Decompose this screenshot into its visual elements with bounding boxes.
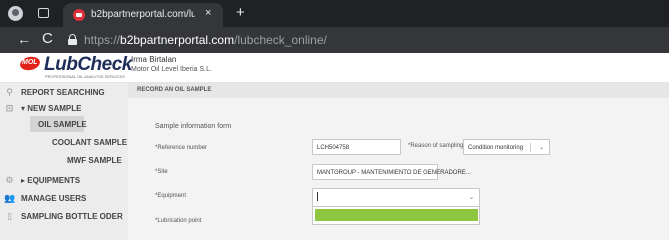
sidebar-item-label: MANAGE USERS [21,194,87,203]
tab-title: b2bpartnerportal.com/lubcheck [91,9,195,20]
sidebar-item-manage-users[interactable]: 👥 MANAGE USERS [0,190,128,208]
sidebar-subitem-oil-sample[interactable]: OIL SAMPLE [38,120,87,138]
equipment-dropdown [312,207,480,225]
site-value: MANTGROUP - MANTENIMIENTO DE GENERADORE.… [317,170,471,176]
site-favicon-icon [73,9,85,21]
url-scheme: https:// [84,33,121,47]
bottle-icon: ▯ [7,211,12,221]
browser-toolbar: ← C https://b2bpartnerportal.com/lubchec… [0,27,669,53]
brand-name[interactable]: LubCheck [44,54,132,76]
form-title: Sample information form [155,123,232,130]
reference-number-input[interactable]: LCH504758 [312,139,401,155]
users-icon: 👥 [4,193,16,203]
lock-icon[interactable] [68,34,77,45]
browser-tab-bar: b2bpartnerportal.com/lubcheck × + [0,0,669,27]
chevron-down-icon[interactable]: ⌄ [469,194,474,201]
equipment-select[interactable]: ⌄ [312,188,480,207]
sidebar-subitem-coolant-sample[interactable]: COOLANT SAMPLE [52,138,127,156]
page-title: RECORD AN OIL SAMPLE [137,87,212,93]
user-company: Motor Oil Level Iberia S.L. [131,66,212,73]
equipment-label: *Equipment [155,193,187,199]
profile-avatar-icon[interactable] [8,6,23,21]
back-arrow-icon[interactable]: ← [17,31,31,47]
user-name: Irma Birtalan [131,55,177,64]
sidebar-item-sampling-bottle-order[interactable]: ▯ SAMPLING BOTTLE ODER [0,208,128,226]
chevron-down-icon[interactable]: ⌄ [539,144,544,151]
text-cursor [317,192,318,201]
equipment-icon: ⚙ [5,175,14,185]
sidebar-item-equipments[interactable]: ⚙ ▸ EQUIPMENTS [0,172,128,190]
address-bar[interactable]: https://b2bpartnerportal.com/lubcheck_on… [84,33,327,47]
select-divider [530,143,531,152]
url-domain: b2bpartnerportal.com [120,33,235,47]
dropdown-option-highlighted[interactable] [315,209,478,221]
site-select[interactable]: MANTGROUP - MANTENIMIENTO DE GENERADORE.… [312,164,471,180]
chevron-down-icon[interactable]: ⌄ [427,169,432,176]
lubrication-point-label: *Lubrication point [155,218,202,224]
sidebar-item-label: REPORT SEARCHING [21,88,105,97]
reference-number-value: LCH504758 [317,145,350,151]
url-path: /lubcheck_online/ [234,33,327,47]
sidebar-item-label: SAMPLING BOTTLE ODER [21,212,123,221]
tab-actions-icon[interactable] [38,8,49,18]
reason-of-sampling-label: *Reason of sampling [408,143,464,149]
app-header: MOL LubCheck PROFESSIONAL OIL ANALYSIS S… [0,53,669,83]
brand-tagline: PROFESSIONAL OIL ANALYSIS SERVICES [45,74,125,79]
site-label: *Site [155,169,168,175]
sidebar-item-new-sample[interactable]: ⊡ ▾ NEW SAMPLE [0,100,128,118]
main-content: RECORD AN OIL SAMPLE Sample information … [128,83,669,240]
new-tab-button[interactable]: + [236,4,245,21]
reload-icon[interactable]: C [42,30,53,47]
sidebar-item-label: ▸ EQUIPMENTS [21,176,81,185]
sidebar-item-label: ▾ NEW SAMPLE [21,104,82,113]
tab-close-icon[interactable]: × [205,7,211,19]
search-icon: ⚲ [6,87,13,97]
brand-badge: MOL [22,59,38,66]
browser-tab[interactable]: b2bpartnerportal.com/lubcheck × [63,3,223,27]
flask-icon: ⊡ [5,103,14,113]
page-header-bar: RECORD AN OIL SAMPLE [128,83,669,98]
reason-of-sampling-select[interactable]: Condition monitoring ⌄ [463,139,550,155]
reason-of-sampling-value: Condition monitoring [468,145,524,151]
reference-number-label: *Reference number [155,145,208,151]
